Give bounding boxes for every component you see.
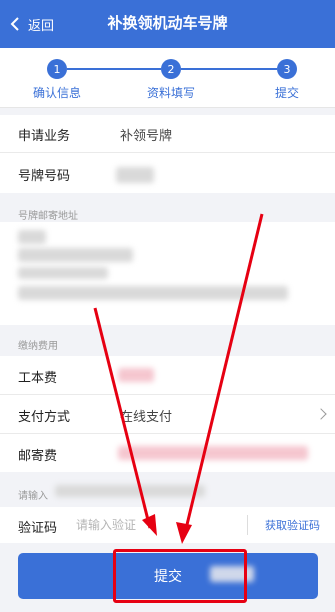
annotation-arrows [93, 213, 264, 544]
arrow-head [142, 514, 157, 536]
arrow-line [183, 213, 264, 534]
arrow-line [93, 307, 152, 529]
arrow-head [176, 522, 192, 544]
